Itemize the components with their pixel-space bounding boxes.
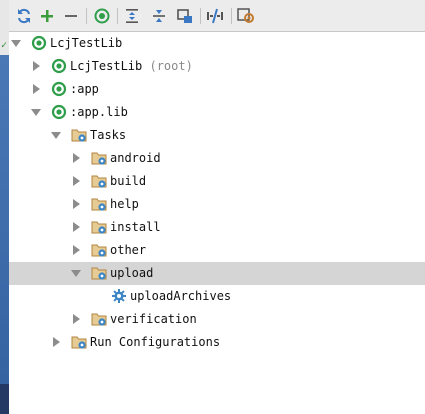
- left-edge-strip: ✓: [0, 0, 9, 414]
- tree-node-name: LcjTestLib: [70, 59, 143, 73]
- gradle-project-icon: [51, 58, 67, 74]
- collapse-arrow-icon[interactable]: [31, 61, 41, 71]
- folder-gear-icon: [91, 311, 107, 327]
- toolbar-separator: [200, 8, 201, 24]
- collapse-arrow-icon[interactable]: [71, 199, 81, 209]
- tree-node-label: android: [110, 151, 161, 165]
- tree-node-label: verification: [110, 312, 197, 326]
- tree-node-label: Run Configurations: [90, 335, 221, 349]
- folder-gear-icon: [91, 173, 107, 189]
- root-suffix: (root): [149, 59, 193, 73]
- tree-node-install[interactable]: install: [9, 216, 425, 239]
- refresh-icon[interactable]: [15, 7, 33, 25]
- gradle-project-icon: [51, 104, 67, 120]
- collapse-arrow-icon[interactable]: [71, 314, 81, 324]
- tree-node-tasks[interactable]: Tasks: [9, 124, 425, 147]
- tree-node-label: upload: [110, 266, 154, 280]
- folder-gear-icon: [91, 242, 107, 258]
- collapse-arrow-icon[interactable]: [71, 245, 81, 255]
- tree-node-build[interactable]: build: [9, 170, 425, 193]
- tree-node-app-lib[interactable]: :app.lib: [9, 101, 425, 124]
- folder-gear-icon: [71, 127, 87, 143]
- tree-node-run-configurations[interactable]: Run Configurations: [9, 331, 425, 354]
- tree-node-verification[interactable]: verification: [9, 308, 425, 331]
- tree-node-label: build: [110, 174, 147, 188]
- gradle-project-icon: [51, 81, 67, 97]
- expand-arrow-icon[interactable]: [31, 107, 41, 117]
- tree-node-lcjtestlib-root[interactable]: LcjTestLib (root): [9, 55, 425, 78]
- tree-node-android[interactable]: android: [9, 147, 425, 170]
- toggle-offline-icon[interactable]: [206, 7, 224, 25]
- gear-icon: [111, 288, 127, 304]
- plus-icon[interactable]: [38, 7, 56, 25]
- collapse-arrow-icon[interactable]: [31, 84, 41, 94]
- collapse-arrow-icon[interactable]: [71, 176, 81, 186]
- tree-node-label: :app.lib: [70, 105, 128, 119]
- expand-arrow-icon[interactable]: [71, 268, 81, 278]
- folder-gear-icon: [91, 265, 107, 281]
- tree-node-label: :app: [70, 82, 99, 96]
- attach-icon[interactable]: [176, 7, 194, 25]
- tree-node-other[interactable]: other: [9, 239, 425, 262]
- gradle-task-tree: LcjTestLib LcjTestLib (root) :app :app.l…: [9, 32, 425, 414]
- expand-arrow-icon[interactable]: [51, 130, 61, 140]
- tree-node-help[interactable]: help: [9, 193, 425, 216]
- gradle-toolbar: [9, 0, 425, 32]
- folder-gear-icon: [71, 334, 87, 350]
- tree-node-uploadarchives[interactable]: uploadArchives: [9, 285, 425, 308]
- collapse-arrow-icon[interactable]: [71, 153, 81, 163]
- toolbar-separator: [231, 8, 232, 24]
- collapse-all-icon[interactable]: [150, 7, 168, 25]
- expand-arrow-icon[interactable]: [11, 38, 21, 48]
- toolbar-separator: [117, 8, 118, 24]
- dark-bottom-edge: [0, 384, 9, 414]
- folder-gear-icon: [91, 150, 107, 166]
- expand-all-icon[interactable]: [123, 7, 141, 25]
- collapse-arrow-icon[interactable]: [51, 337, 61, 347]
- minus-icon[interactable]: [62, 7, 80, 25]
- tree-node-label: LcjTestLib: [50, 36, 123, 50]
- tree-node-label: LcjTestLib (root): [70, 59, 193, 74]
- tree-node-app[interactable]: :app: [9, 78, 425, 101]
- tree-node-lcjtestlib[interactable]: LcjTestLib: [9, 32, 425, 55]
- folder-gear-icon: [91, 196, 107, 212]
- check-mark-icon: ✓: [1, 40, 8, 51]
- gradle-project-icon: [31, 35, 47, 51]
- tree-node-upload[interactable]: upload: [9, 262, 425, 285]
- tree-node-label: uploadArchives: [130, 289, 232, 303]
- tree-node-label: other: [110, 243, 147, 257]
- collapse-arrow-icon[interactable]: [71, 222, 81, 232]
- execute-task-icon[interactable]: [93, 7, 111, 25]
- toolbar-separator: [86, 8, 87, 24]
- folder-gear-icon: [91, 219, 107, 235]
- tree-node-label: help: [110, 197, 139, 211]
- tree-node-label: Tasks: [90, 128, 127, 142]
- settings-icon[interactable]: [237, 7, 255, 25]
- tree-node-label: install: [110, 220, 161, 234]
